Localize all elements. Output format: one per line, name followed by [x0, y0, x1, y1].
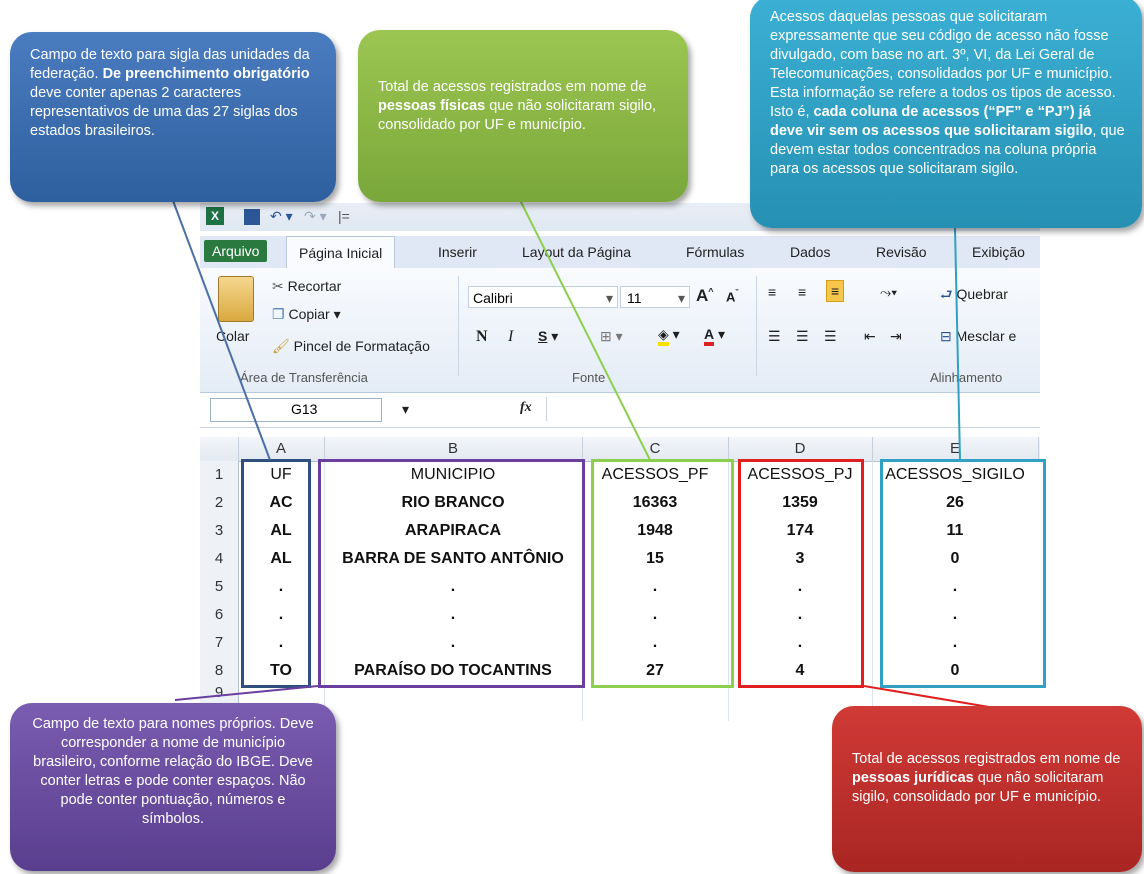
save-icon[interactable] [244, 209, 260, 225]
row-header[interactable]: 8 [200, 657, 239, 686]
highlight-col-d [738, 459, 864, 688]
note-municipio-text: Campo de texto para nomes próprios. Deve… [32, 716, 314, 827]
merge-label: Mesclar e [955, 328, 1017, 344]
align-bottom-icon[interactable]: ≡ [826, 280, 845, 302]
note-uf-bold: De preenchimento obrigatório [102, 66, 310, 82]
row-header[interactable]: 5 [200, 573, 239, 602]
note-uf-text-end: deve conter apenas 2 caracteres represen… [30, 85, 298, 139]
note-pf-bold: pessoas físicas [378, 98, 486, 114]
tab-arquivo[interactable]: Arquivo [204, 240, 268, 262]
font-color-icon[interactable]: A ▾ [704, 326, 725, 346]
decrease-indent-icon[interactable]: ⇤ [864, 328, 876, 345]
tab-formulas[interactable]: Fórmulas [686, 244, 744, 260]
qat-customize[interactable]: |= [338, 208, 350, 224]
wrap-text-button[interactable]: ⮐ Quebrar [940, 284, 1008, 308]
select-all-corner[interactable] [200, 437, 239, 461]
brush-icon: 🖌 [272, 338, 290, 354]
row-header[interactable]: 1 [200, 461, 239, 490]
wrap-icon: ⮐ [940, 286, 953, 302]
undo-icon[interactable]: ↶ ▾ [270, 208, 293, 225]
font-size-value: 11 [627, 290, 642, 306]
cut-button[interactable]: ✂ Recortar [272, 278, 341, 295]
wrap-label: Quebrar [956, 286, 1008, 302]
highlight-col-e [880, 459, 1046, 688]
align-center-icon[interactable]: ☰ [796, 328, 809, 345]
note-pj-text: Total de acessos registrados em nome de [852, 751, 1121, 767]
copy-button[interactable]: ❐ Copiar ▾ [272, 306, 341, 323]
alignment-group-label: Alinhamento [930, 370, 1003, 385]
formula-input[interactable] [546, 397, 1037, 421]
italic-button[interactable]: I [508, 328, 513, 346]
row-header[interactable]: 4 [200, 545, 239, 574]
ribbon: Colar ✂ Recortar ❐ Copiar ▾ 🖌 Pincel de … [200, 268, 1040, 393]
redo-icon[interactable]: ↷ ▾ [304, 208, 327, 225]
align-right-icon[interactable]: ☰ [824, 328, 837, 345]
note-pj-bold: pessoas jurídicas [852, 770, 974, 786]
paste-icon[interactable] [218, 276, 254, 322]
tab-pagina-inicial[interactable]: Página Inicial [286, 236, 396, 269]
row-header[interactable]: 3 [200, 517, 239, 546]
font-size-select[interactable]: 11 ▾ [620, 286, 690, 308]
bold-button[interactable]: N [476, 328, 488, 346]
tab-exibicao[interactable]: Exibição [972, 244, 1025, 260]
underline-button[interactable]: S ▾ [538, 328, 558, 345]
merge-icon: ⊟ [940, 328, 952, 344]
fill-color-icon[interactable]: ◈ ▾ [658, 326, 680, 346]
clipboard-group-label: Área de Transferência [240, 370, 368, 385]
note-municipio: Campo de texto para nomes próprios. Deve… [10, 703, 336, 871]
borders-icon[interactable]: ⊞ ▾ [600, 328, 623, 345]
ribbon-tabs: Arquivo Página Inicial Inserir Layout da… [200, 236, 1040, 269]
column-header-b[interactable]: B [324, 437, 583, 461]
align-top-icon[interactable]: ≡ [768, 284, 776, 300]
note-pf-text: Total de acessos registrados em nome de [378, 79, 647, 95]
scissors-icon: ✂ [272, 278, 284, 294]
tab-revisao[interactable]: Revisão [876, 244, 927, 260]
align-left-icon[interactable]: ☰ [768, 328, 781, 345]
tab-dados[interactable]: Dados [790, 244, 830, 260]
column-header-c[interactable]: C [582, 437, 729, 461]
name-box[interactable]: G13 [210, 398, 382, 422]
highlight-col-b [318, 459, 585, 688]
copy-icon: ❐ [272, 306, 285, 322]
format-painter-button[interactable]: 🖌 Pincel de Formatação [272, 338, 430, 355]
tab-layout[interactable]: Layout da Página [522, 244, 631, 260]
row-header[interactable]: 7 [200, 629, 239, 658]
note-pf: Total de acessos registrados em nome de … [358, 30, 688, 202]
note-uf: Campo de texto para sigla das unidades d… [10, 32, 336, 202]
tab-inserir[interactable]: Inserir [438, 244, 477, 260]
underline-label: S [538, 328, 548, 344]
orientation-icon[interactable]: ⤳▾ [880, 284, 897, 301]
note-pj: Total de acessos registrados em nome de … [832, 706, 1142, 872]
shrink-font-icon[interactable]: Aˇ [726, 288, 738, 304]
merge-button[interactable]: ⊟ Mesclar e [940, 328, 1016, 345]
name-box-dropdown-icon[interactable]: ▾ [402, 401, 409, 418]
row-header[interactable]: 2 [200, 489, 239, 518]
column-header-d[interactable]: D [728, 437, 873, 461]
column-header-e[interactable]: E [872, 437, 1039, 461]
fx-icon[interactable]: fx [520, 400, 532, 416]
highlight-col-a [241, 459, 311, 688]
font-name-select[interactable]: Calibri ▾ [468, 286, 618, 308]
formula-bar: G13 ▾ fx [200, 393, 1040, 428]
row-header[interactable]: 6 [200, 601, 239, 630]
note-sigilo-bold: cada coluna de acessos (“PF” e “PJ”) já … [770, 104, 1093, 139]
grow-font-icon[interactable]: A^ [696, 286, 714, 306]
align-middle-icon[interactable]: ≡ [798, 284, 806, 300]
copy-label: Copiar [288, 306, 330, 322]
highlight-col-c [591, 459, 734, 688]
font-group-label: Fonte [572, 370, 606, 385]
paste-button[interactable]: Colar [216, 328, 249, 344]
cut-label: Recortar [287, 278, 342, 294]
excel-logo-icon[interactable]: X [206, 207, 224, 225]
column-header-a[interactable]: A [238, 437, 325, 461]
increase-indent-icon[interactable]: ⇥ [890, 328, 902, 345]
note-sigilo: Acessos daquelas pessoas que solicitaram… [750, 0, 1142, 228]
font-name-value: Calibri [473, 290, 513, 306]
format-painter-label: Pincel de Formatação [293, 338, 430, 354]
